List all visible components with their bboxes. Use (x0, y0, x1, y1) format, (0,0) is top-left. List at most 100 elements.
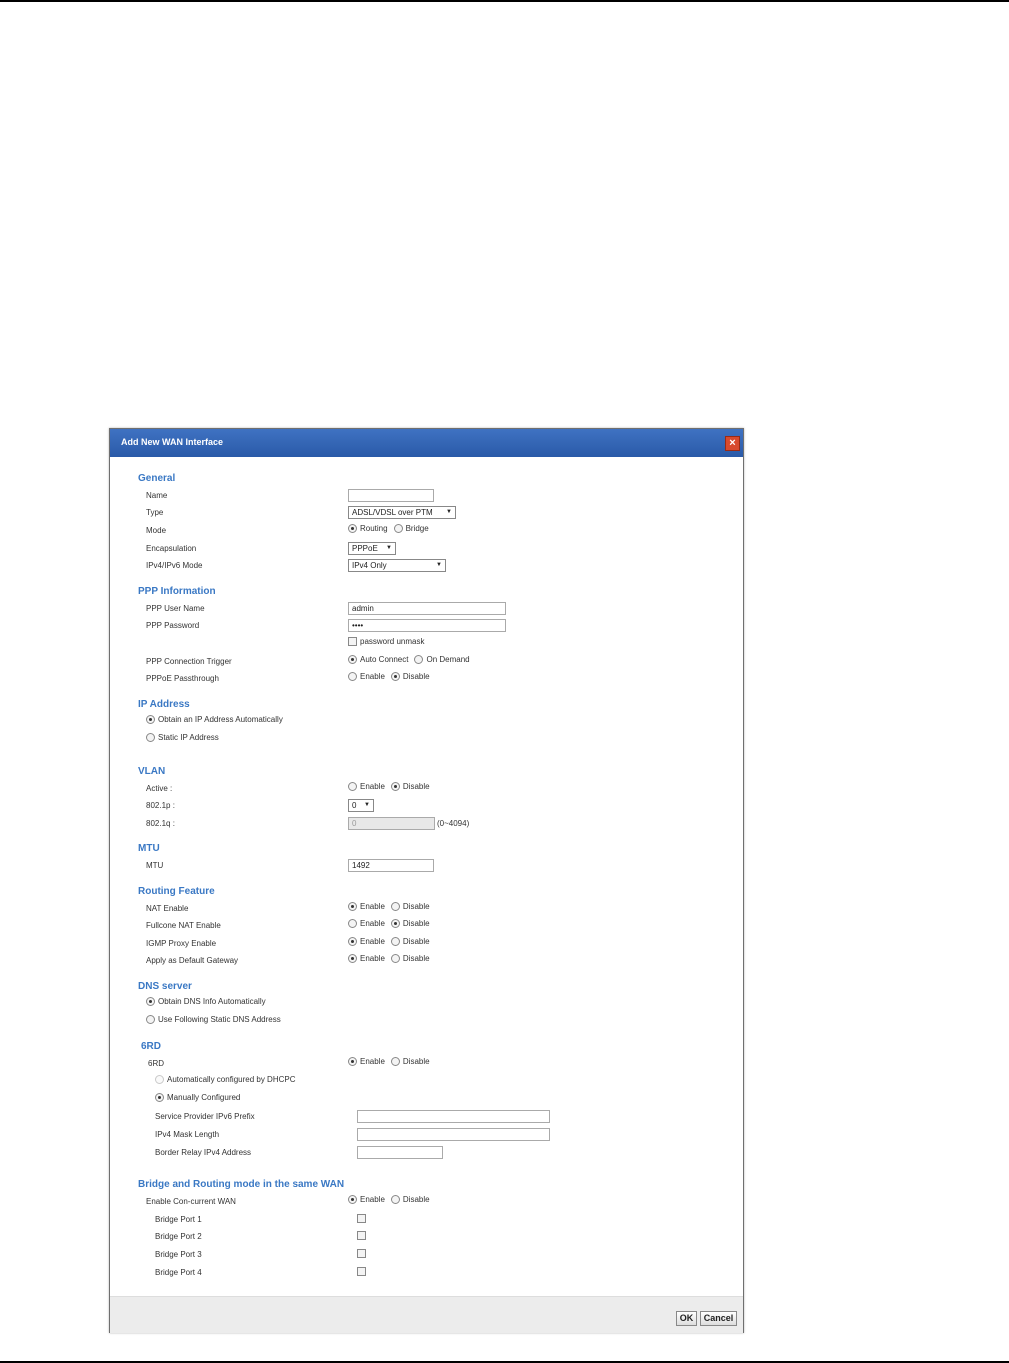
fullcone-disable-label: Disable (402, 919, 430, 928)
ip-static-option: Static IP Address (146, 733, 219, 742)
passthrough-disable-label: Disable (402, 672, 430, 681)
passthrough-enable-label: Enable (360, 672, 385, 681)
vlan-disable-radio[interactable] (390, 782, 400, 791)
concurrent-options: Enable Disable (348, 1195, 430, 1204)
section-vlan: VLAN (138, 766, 166, 777)
vlan-q-label: 802.1q : (146, 819, 175, 828)
6rd-disable-label: Disable (402, 1057, 430, 1066)
unmask-label: password unmask (360, 637, 425, 646)
ip-auto-option: Obtain an IP Address Automatically (146, 715, 283, 724)
6rd-manual-radio[interactable] (155, 1093, 164, 1102)
nat-enable-label: Enable (360, 902, 385, 911)
add-wan-dialog: Add New WAN Interface × General Name Typ… (109, 428, 744, 1333)
trigger-demand-label: On Demand (426, 655, 470, 664)
bridge-port4-checkbox[interactable] (357, 1267, 366, 1276)
fullcone-enable-radio[interactable] (348, 919, 357, 928)
6rd-disable-radio[interactable] (390, 1057, 400, 1066)
ip-auto-label: Obtain an IP Address Automatically (158, 715, 283, 724)
mask-input[interactable] (357, 1128, 550, 1141)
ipmode-select[interactable]: IPv4 Only ▼ (348, 559, 446, 572)
dialog-footer: OK Cancel (110, 1296, 743, 1333)
fullcone-enable-label: Enable (360, 919, 385, 928)
fullcone-disable-radio[interactable] (390, 919, 400, 928)
6rd-dhcpc-option: Automatically configured by DHCPC (155, 1075, 296, 1084)
nat-disable-radio[interactable] (390, 902, 400, 911)
chevron-down-icon: ▼ (446, 509, 452, 515)
vlan-p-select[interactable]: 0 ▼ (348, 799, 374, 812)
nat-enable-radio[interactable] (348, 902, 357, 911)
type-value: ADSL/VDSL over PTM (352, 508, 433, 517)
encap-select[interactable]: PPPoE ▼ (348, 542, 396, 555)
6rd-dhcpc-radio[interactable] (155, 1075, 164, 1084)
igmp-disable-radio[interactable] (390, 937, 400, 946)
mode-bridge-radio[interactable] (393, 524, 403, 533)
mode-options: Routing Bridge (348, 524, 429, 533)
bridge-port3-checkbox[interactable] (357, 1249, 366, 1258)
ppp-pass-input[interactable]: •••• (348, 619, 506, 632)
bridge-port4-label: Bridge Port 4 (155, 1268, 202, 1277)
bridge-port3-label: Bridge Port 3 (155, 1250, 202, 1259)
gateway-disable-radio[interactable] (390, 954, 400, 963)
vlan-q-range: (0~4094) (437, 819, 470, 828)
passthrough-label: PPPoE Passthrough (146, 674, 219, 683)
unmask-option: password unmask (348, 637, 424, 646)
dns-auto-label: Obtain DNS Info Automatically (158, 997, 266, 1006)
ip-auto-radio[interactable] (146, 715, 155, 724)
section-ip: IP Address (138, 699, 190, 710)
ppp-user-input[interactable]: admin (348, 602, 506, 615)
ip-static-radio[interactable] (146, 733, 155, 742)
unmask-checkbox[interactable] (348, 637, 357, 646)
concurrent-enable-label: Enable (360, 1195, 385, 1204)
mode-routing-radio[interactable] (348, 524, 357, 533)
section-mtu: MTU (138, 843, 160, 854)
close-icon[interactable]: × (725, 436, 740, 451)
section-dns: DNS server (138, 981, 192, 992)
relay-input[interactable] (357, 1146, 443, 1159)
prefix-input[interactable] (357, 1110, 550, 1123)
mtu-input[interactable]: 1492 (348, 859, 434, 872)
bridge-port1-checkbox[interactable] (357, 1214, 366, 1223)
fullcone-label: Fullcone NAT Enable (146, 921, 221, 930)
type-select[interactable]: ADSL/VDSL over PTM ▼ (348, 506, 456, 519)
6rd-dhcpc-label: Automatically configured by DHCPC (167, 1075, 296, 1084)
gateway-label: Apply as Default Gateway (146, 956, 239, 965)
encap-label: Encapsulation (146, 544, 197, 553)
dns-auto-radio[interactable] (146, 997, 155, 1006)
passthrough-enable-radio[interactable] (348, 672, 357, 681)
6rd-manual-label: Manually Configured (167, 1093, 241, 1102)
nat-label: NAT Enable (146, 904, 189, 913)
gateway-enable-label: Enable (360, 954, 385, 963)
vlan-p-label: 802.1p : (146, 801, 175, 810)
6rd-label: 6RD (148, 1059, 165, 1068)
cancel-button[interactable]: Cancel (700, 1311, 737, 1326)
section-ppp: PPP Information (138, 586, 216, 597)
igmp-enable-radio[interactable] (348, 937, 357, 946)
passthrough-disable-radio[interactable] (390, 672, 400, 681)
mode-routing-label: Routing (360, 524, 388, 533)
vlan-enable-radio[interactable] (348, 782, 357, 791)
vlan-q-input[interactable]: 0 (348, 817, 435, 830)
trigger-options: Auto Connect On Demand (348, 655, 470, 664)
concurrent-label: Enable Con-current WAN (146, 1197, 236, 1206)
trigger-auto-radio[interactable] (348, 655, 357, 664)
6rd-enable-radio[interactable] (348, 1057, 357, 1066)
concurrent-disable-radio[interactable] (390, 1195, 400, 1204)
trigger-demand-radio[interactable] (414, 655, 424, 664)
ppp-user-label: PPP User Name (146, 604, 205, 613)
section-routing: Routing Feature (138, 886, 215, 897)
ok-button[interactable]: OK (676, 1311, 697, 1326)
igmp-disable-label: Disable (402, 937, 430, 946)
mode-bridge-label: Bridge (405, 524, 429, 533)
igmp-options: Enable Disable (348, 937, 430, 946)
igmp-enable-label: Enable (360, 937, 385, 946)
ipmode-label: IPv4/IPv6 Mode (146, 561, 203, 570)
concurrent-enable-radio[interactable] (348, 1195, 357, 1204)
dns-static-radio[interactable] (146, 1015, 155, 1024)
ppp-pass-label: PPP Password (146, 621, 200, 630)
gateway-options: Enable Disable (348, 954, 430, 963)
bridge-port2-checkbox[interactable] (357, 1231, 366, 1240)
gateway-disable-label: Disable (402, 954, 430, 963)
gateway-enable-radio[interactable] (348, 954, 357, 963)
name-input[interactable] (348, 489, 434, 502)
mode-label: Mode (146, 526, 167, 535)
